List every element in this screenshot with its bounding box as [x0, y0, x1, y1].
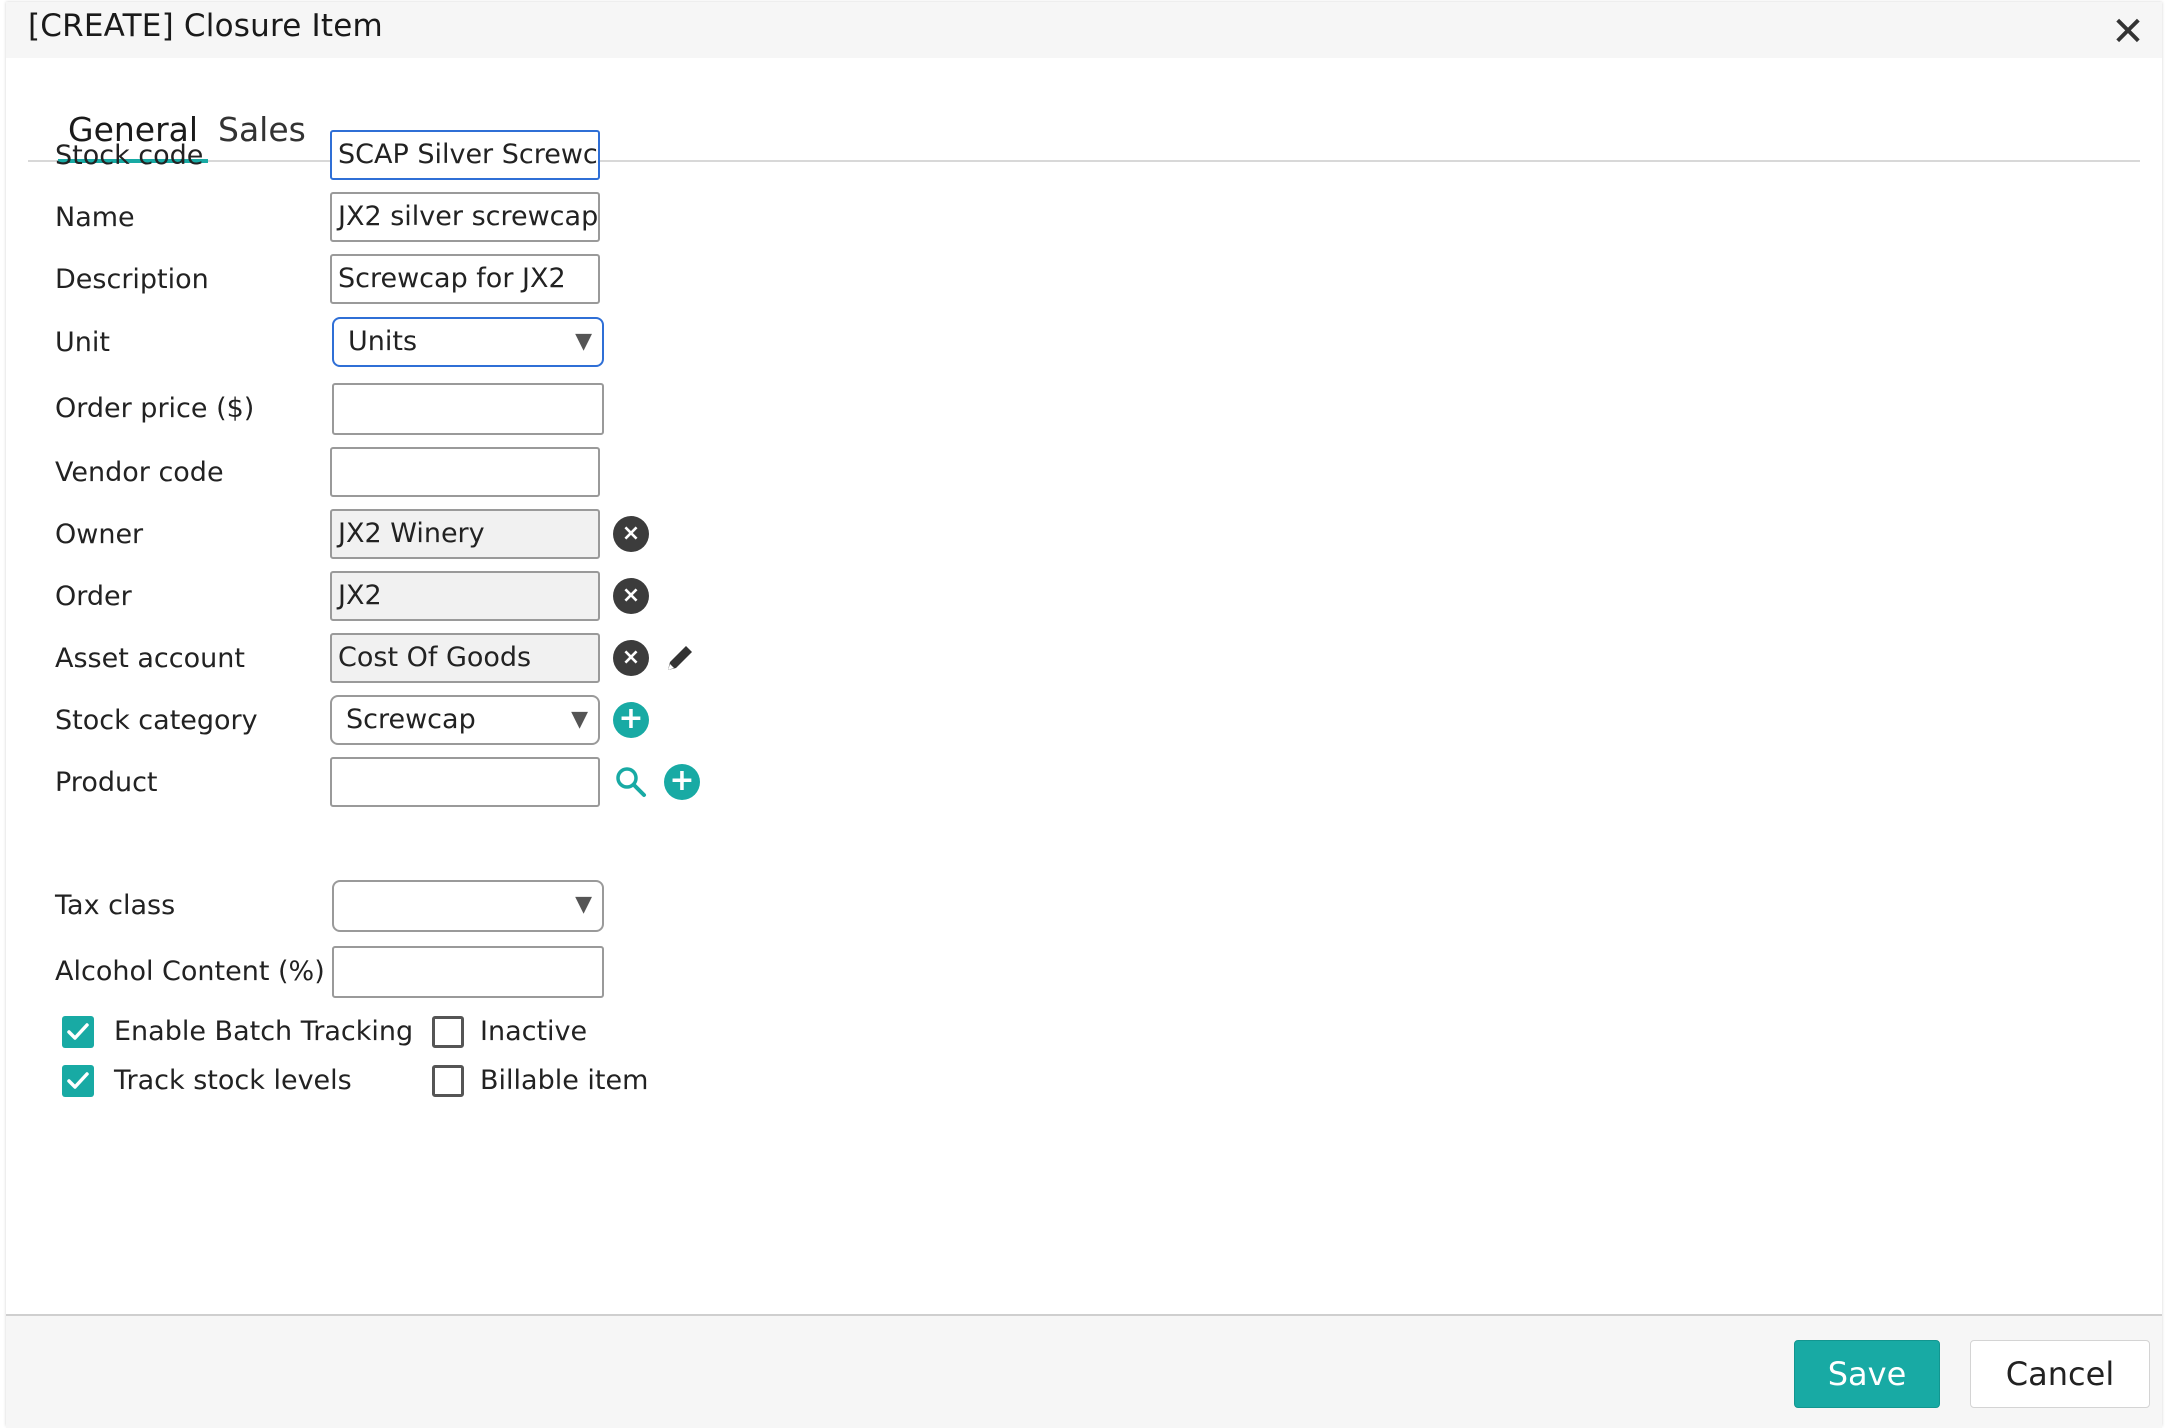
create-closure-item-dialog: [CREATE] Closure Item ✕ General Sales St… [6, 2, 2162, 1428]
chevron-down-icon: ▼ [575, 329, 592, 354]
inactive-label: Inactive [480, 1016, 588, 1047]
add-stock-category-icon[interactable]: + [613, 702, 649, 738]
unit-label: Unit [55, 327, 110, 358]
checkbox-row-2: Track stock levels Billable item [6, 1065, 806, 1105]
owner-input[interactable]: JX2 Winery [330, 509, 600, 559]
track-stock-levels-label: Track stock levels [114, 1065, 352, 1096]
chevron-down-icon: ▼ [575, 892, 592, 917]
name-input[interactable]: JX2 silver screwcap [330, 192, 600, 242]
checkmark-icon [67, 1023, 89, 1040]
pencil-icon[interactable] [662, 640, 698, 676]
stock-code-input[interactable]: SCAP Silver Screwcap [330, 130, 600, 180]
vendor-code-label: Vendor code [55, 457, 224, 488]
owner-label: Owner [55, 519, 144, 550]
stock-category-label: Stock category [55, 705, 258, 736]
stock-code-label: Stock code [55, 140, 204, 171]
billable-item-checkbox[interactable] [432, 1065, 464, 1097]
enable-batch-tracking-checkbox[interactable] [62, 1016, 94, 1048]
description-label: Description [55, 264, 209, 295]
asset-account-label: Asset account [55, 643, 245, 674]
tab-sales[interactable]: Sales [208, 110, 316, 159]
dialog-titlebar: [CREATE] Closure Item ✕ [6, 2, 2162, 58]
track-stock-levels-checkbox[interactable] [62, 1065, 94, 1097]
order-label: Order [55, 581, 132, 612]
order-price-label: Order price ($) [55, 393, 255, 424]
search-icon[interactable] [613, 764, 649, 800]
close-icon[interactable]: ✕ [2108, 12, 2148, 52]
description-input[interactable]: Screwcap for JX2 [330, 254, 600, 304]
name-label: Name [55, 202, 135, 233]
asset-account-clear-icon[interactable]: × [613, 640, 649, 676]
add-product-icon[interactable]: + [664, 764, 700, 800]
chevron-down-icon: ▼ [571, 707, 588, 732]
inactive-checkbox[interactable] [432, 1016, 464, 1048]
dialog-footer: Save Cancel [6, 1314, 2162, 1428]
cancel-button[interactable]: Cancel [1970, 1340, 2150, 1408]
tax-class-label: Tax class [55, 890, 176, 921]
vendor-code-input[interactable] [330, 447, 600, 497]
billable-item-label: Billable item [480, 1065, 649, 1096]
tax-class-select[interactable]: ▼ [332, 880, 604, 932]
checkmark-icon [67, 1072, 89, 1089]
alcohol-content-input[interactable] [332, 946, 604, 998]
owner-clear-icon[interactable]: × [613, 516, 649, 552]
stock-category-select[interactable]: Screwcap ▼ [330, 695, 600, 745]
order-clear-icon[interactable]: × [613, 578, 649, 614]
stock-category-select-value: Screwcap [346, 704, 476, 735]
order-price-input[interactable] [332, 383, 604, 435]
product-input[interactable] [330, 757, 600, 807]
enable-batch-tracking-label: Enable Batch Tracking [114, 1016, 414, 1047]
save-button[interactable]: Save [1794, 1340, 1940, 1408]
dialog-title: [CREATE] Closure Item [28, 8, 383, 44]
unit-select[interactable]: Units ▼ [332, 317, 604, 367]
product-label: Product [55, 767, 158, 798]
alcohol-content-label: Alcohol Content (%) [55, 956, 325, 987]
order-input[interactable]: JX2 [330, 571, 600, 621]
checkbox-row-1: Enable Batch Tracking Inactive [6, 1016, 806, 1056]
asset-account-input[interactable]: Cost Of Goods [330, 633, 600, 683]
unit-select-value: Units [348, 326, 418, 357]
